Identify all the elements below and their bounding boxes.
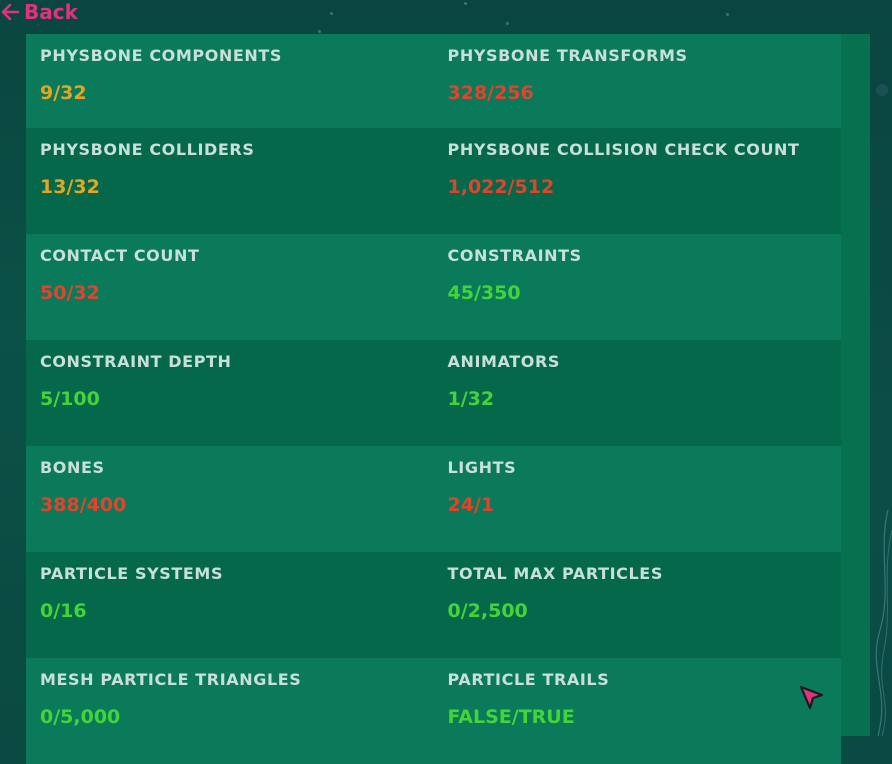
- stat-label: PARTICLE SYSTEMS: [40, 564, 224, 583]
- stat-bones: BONES 388/400: [26, 446, 434, 552]
- stat-animators: ANIMATORS 1/32: [434, 340, 842, 446]
- background-star: [506, 22, 509, 25]
- stats-row: CONSTRAINT DEPTH 5/100 ANIMATORS 1/32: [26, 340, 841, 446]
- stat-label: PHYSBONE TRANSFORMS: [447, 46, 688, 65]
- stats-row: PARTICLE SYSTEMS 0/16 TOTAL MAX PARTICLE…: [26, 552, 841, 658]
- stat-physbone-collision-check-count: PHYSBONE COLLISION CHECK COUNT 1,022/512: [434, 128, 842, 234]
- stat-label: CONSTRAINT DEPTH: [40, 352, 232, 371]
- stats-row: PHYSBONE COMPONENTS 9/32 PHYSBONE TRANSF…: [26, 34, 841, 140]
- stat-label: PHYSBONE COLLIDERS: [40, 140, 255, 159]
- stats-row: CONTACT COUNT 50/32 CONSTRAINTS 45/350: [26, 234, 841, 340]
- background-star: [726, 13, 729, 16]
- stat-constraint-depth: CONSTRAINT DEPTH 5/100: [26, 340, 434, 446]
- stat-label: LIGHTS: [447, 458, 517, 477]
- stats-row: BONES 388/400 LIGHTS 24/1: [26, 446, 841, 552]
- stat-physbone-components: PHYSBONE COMPONENTS 9/32: [26, 34, 434, 140]
- stat-mesh-particle-triangles: MESH PARTICLE TRIANGLES 0/5,000: [26, 658, 434, 764]
- stat-constraints: CONSTRAINTS 45/350: [434, 234, 842, 340]
- side-decoration: [870, 30, 892, 736]
- stat-value: 24/1: [447, 494, 495, 516]
- stat-value: 1,022/512: [447, 176, 555, 198]
- stat-value: 13/32: [40, 176, 100, 198]
- stat-value: 50/32: [40, 282, 100, 304]
- stat-label: PHYSBONE COLLISION CHECK COUNT: [447, 140, 800, 159]
- stat-physbone-colliders: PHYSBONE COLLIDERS 13/32: [26, 128, 434, 234]
- stat-label: CONSTRAINTS: [447, 246, 582, 265]
- stat-value: 1/32: [447, 388, 495, 410]
- stat-particle-trails: PARTICLE TRAILS FALSE/TRUE: [434, 658, 842, 764]
- stat-label: PARTICLE TRAILS: [447, 670, 610, 689]
- stat-label: CONTACT COUNT: [40, 246, 200, 265]
- stat-value: 0/16: [40, 600, 87, 622]
- performance-stats-panel: PHYSBONE COMPONENTS 9/32 PHYSBONE TRANSF…: [26, 34, 870, 764]
- stats-row: MESH PARTICLE TRIANGLES 0/5,000 PARTICLE…: [26, 658, 841, 764]
- stat-value: 388/400: [40, 494, 127, 516]
- stat-physbone-transforms: PHYSBONE TRANSFORMS 328/256: [434, 34, 842, 140]
- stat-label: BONES: [40, 458, 105, 477]
- back-label: Back: [24, 0, 78, 24]
- stat-lights: LIGHTS 24/1: [434, 446, 842, 552]
- stat-particle-systems: PARTICLE SYSTEMS 0/16: [26, 552, 434, 658]
- arrow-left-icon: [1, 3, 20, 21]
- background-star: [318, 30, 321, 33]
- stat-value: FALSE/TRUE: [447, 706, 575, 728]
- stat-value: 0/5,000: [40, 706, 121, 728]
- stat-value: 9/32: [40, 82, 87, 104]
- background-star: [330, 12, 333, 15]
- stat-value: 328/256: [447, 82, 534, 104]
- pointer-cursor-icon: [799, 685, 824, 710]
- stat-label: MESH PARTICLE TRIANGLES: [40, 670, 302, 689]
- stat-value: 0/2,500: [447, 600, 528, 622]
- stat-value: 5/100: [40, 388, 100, 410]
- stats-row: PHYSBONE COLLIDERS 13/32 PHYSBONE COLLIS…: [26, 128, 841, 234]
- stat-total-max-particles: TOTAL MAX PARTICLES 0/2,500: [434, 552, 842, 658]
- stat-label: TOTAL MAX PARTICLES: [447, 564, 663, 583]
- stat-value: 45/350: [447, 282, 521, 304]
- background-star: [464, 2, 467, 5]
- back-button[interactable]: Back: [0, 0, 78, 24]
- stat-label: PHYSBONE COMPONENTS: [40, 46, 283, 65]
- stat-label: ANIMATORS: [447, 352, 561, 371]
- stat-contact-count: CONTACT COUNT 50/32: [26, 234, 434, 340]
